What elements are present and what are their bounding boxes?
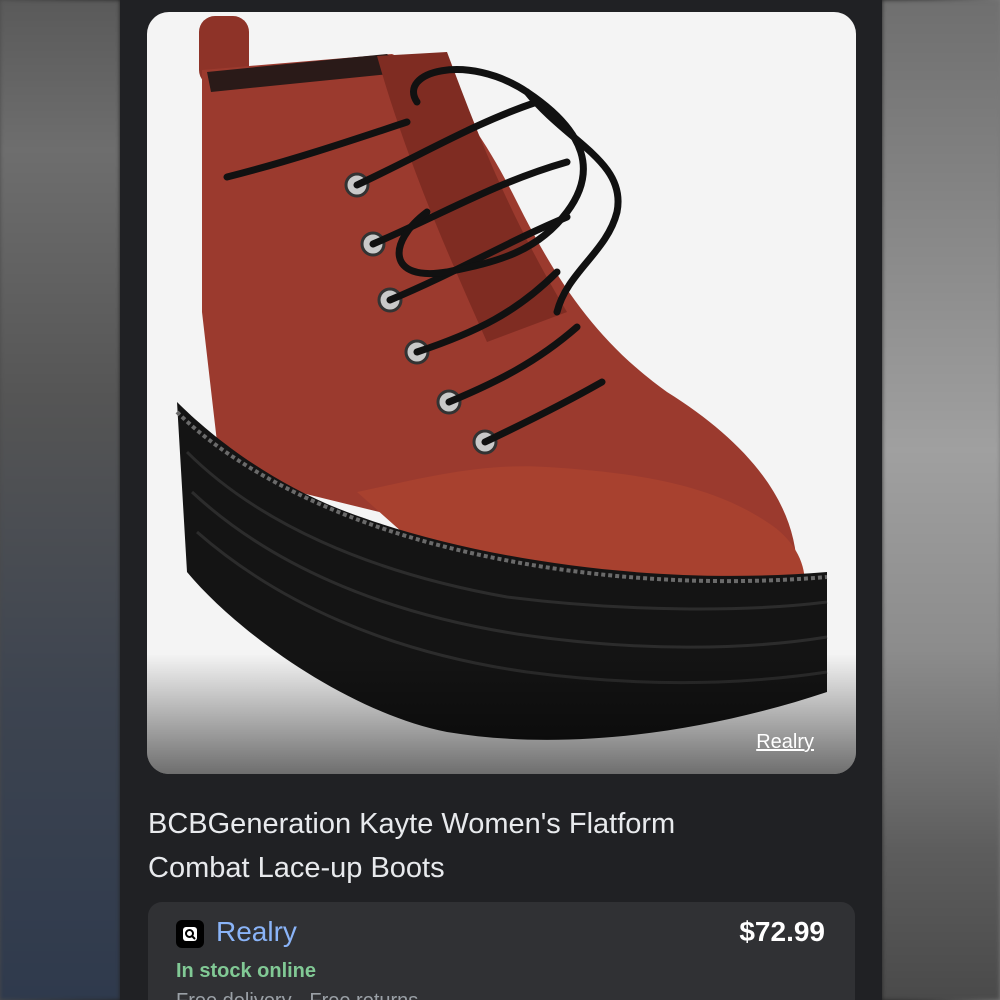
blurred-background-left bbox=[0, 0, 120, 1000]
screen: Realry BCBGeneration Kayte Women's Flatf… bbox=[0, 0, 1000, 1000]
image-shade bbox=[147, 654, 856, 774]
delivery-info: Free delivery · Free returns bbox=[176, 990, 418, 1000]
image-source-link[interactable]: Realry bbox=[756, 731, 814, 754]
product-title: BCBGeneration Kayte Women's Flatform Com… bbox=[148, 802, 848, 890]
product-title-line2: Combat Lace-up Boots bbox=[148, 852, 445, 884]
stock-status: In stock online bbox=[176, 960, 317, 982]
blurred-background-right bbox=[882, 0, 1000, 1000]
product-image[interactable]: Realry bbox=[147, 12, 856, 774]
merchant-name-link[interactable]: Realry bbox=[216, 916, 297, 948]
merchant-logo-icon bbox=[176, 920, 204, 948]
product-price: $72.99 bbox=[739, 916, 825, 947]
offer-card[interactable]: Realry $72.99 In stock online Free deliv… bbox=[148, 902, 855, 1000]
product-panel: Realry BCBGeneration Kayte Women's Flatf… bbox=[120, 0, 882, 1000]
product-title-line1: BCBGeneration Kayte Women's Flatform bbox=[148, 808, 676, 840]
